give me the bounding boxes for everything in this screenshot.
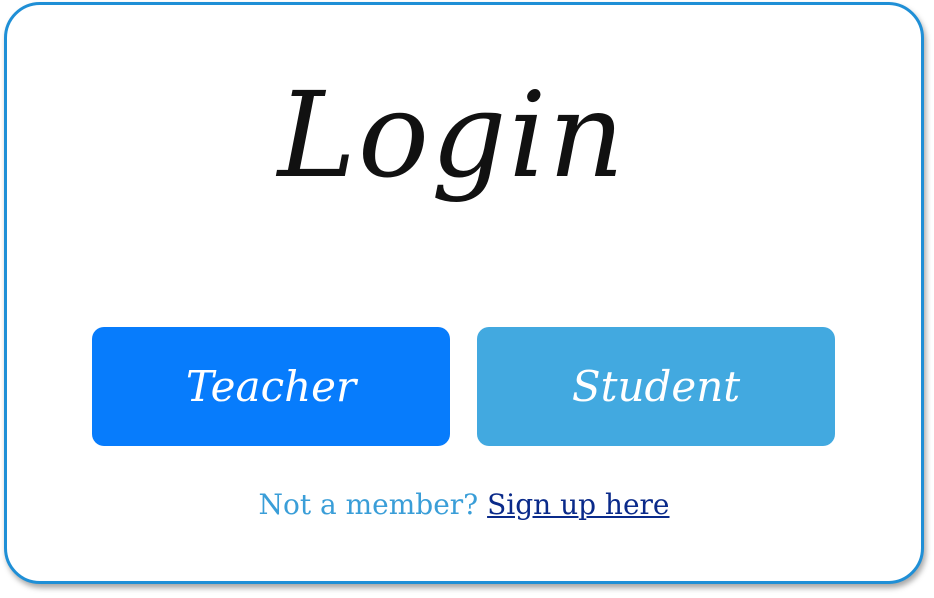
page: Login Teacher Student Not a member? Sign…: [0, 0, 934, 598]
signup-link[interactable]: Sign up here: [487, 488, 669, 521]
signup-prompt: Not a member?: [258, 488, 488, 521]
teacher-login-button[interactable]: Teacher: [92, 327, 450, 446]
signup-row: Not a member? Sign up here: [7, 485, 921, 525]
student-login-button[interactable]: Student: [477, 327, 835, 446]
page-title: Login: [277, 66, 627, 204]
login-card: Login Teacher Student Not a member? Sign…: [4, 2, 924, 584]
